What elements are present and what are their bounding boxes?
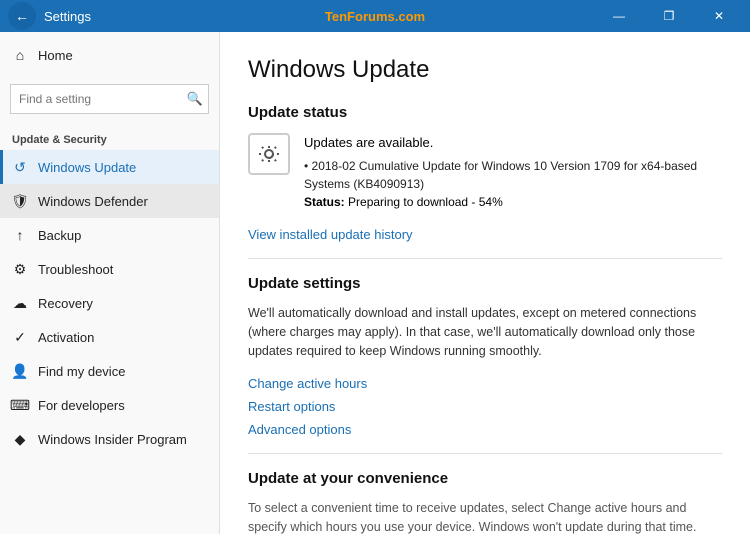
change-hours-link[interactable]: Change active hours xyxy=(248,376,722,391)
convenience-desc: To select a convenient time to receive u… xyxy=(248,499,722,534)
sidebar-label-find-my-device: Find my device xyxy=(38,364,125,379)
update-status-heading: Update status xyxy=(248,104,722,121)
restart-options-link[interactable]: Restart options xyxy=(248,399,722,414)
developers-icon: ⌨ xyxy=(12,397,28,413)
find-device-icon: 👤 xyxy=(12,363,28,379)
sidebar-label-home: Home xyxy=(38,48,73,63)
sidebar-label-for-developers: For developers xyxy=(38,398,125,413)
titlebar: ← Settings TenForums.com — ❐ ✕ xyxy=(0,0,750,32)
sidebar-search-container: 🔍 xyxy=(10,84,209,114)
home-icon: ⌂ xyxy=(12,47,28,63)
sidebar-label-windows-update: Windows Update xyxy=(38,160,136,175)
sidebar-section-label: Update & Security xyxy=(0,126,219,150)
watermark: TenForums.com xyxy=(325,9,425,24)
update-bullet-text: • 2018-02 Cumulative Update for Windows … xyxy=(304,157,722,193)
page-title: Windows Update xyxy=(248,56,722,84)
content-area: Windows Update Update status Updates are… xyxy=(220,32,750,534)
activation-icon: ✓ xyxy=(12,329,28,345)
status-value: Preparing to download - 54% xyxy=(348,195,503,209)
update-settings-heading: Update settings xyxy=(248,275,722,292)
update-settings-desc: We'll automatically download and install… xyxy=(248,304,722,362)
sidebar-label-troubleshoot: Troubleshoot xyxy=(38,262,113,277)
sidebar-item-troubleshoot[interactable]: ⚙ Troubleshoot xyxy=(0,252,219,286)
sidebar-item-backup[interactable]: ↑ Backup xyxy=(0,218,219,252)
sidebar-label-recovery: Recovery xyxy=(38,296,93,311)
windows-update-icon: ↺ xyxy=(12,159,28,175)
advanced-options-link[interactable]: Advanced options xyxy=(248,422,722,437)
sidebar: ⌂ Home 🔍 Update & Security ↺ Windows Upd… xyxy=(0,32,220,534)
sidebar-label-windows-insider: Windows Insider Program xyxy=(38,432,187,447)
sidebar-item-recovery[interactable]: ☁ Recovery xyxy=(0,286,219,320)
sidebar-item-home[interactable]: ⌂ Home xyxy=(0,38,219,72)
minimize-button[interactable]: — xyxy=(596,0,642,32)
insider-icon: ◆ xyxy=(12,431,28,447)
view-history-link[interactable]: View installed update history xyxy=(248,227,413,242)
update-spinner-icon xyxy=(248,133,290,175)
back-icon: ← xyxy=(15,8,29,24)
backup-icon: ↑ xyxy=(12,227,28,243)
windows-defender-icon: 🛡 xyxy=(12,193,28,209)
close-button[interactable]: ✕ xyxy=(696,0,742,32)
sidebar-item-windows-update[interactable]: ↺ Windows Update xyxy=(0,150,219,184)
app-title: Settings xyxy=(44,9,91,24)
update-status-text: Updates are available. • 2018-02 Cumulat… xyxy=(304,133,722,211)
sidebar-label-windows-defender: Windows Defender xyxy=(38,194,148,209)
update-status-box: Updates are available. • 2018-02 Cumulat… xyxy=(248,133,722,211)
convenience-section: Update at your convenience To select a c… xyxy=(248,470,722,534)
restore-button[interactable]: ❐ xyxy=(646,0,692,32)
sidebar-item-windows-insider[interactable]: ◆ Windows Insider Program xyxy=(0,422,219,456)
divider-1 xyxy=(248,258,722,259)
update-available-text: Updates are available. xyxy=(304,133,722,153)
sidebar-item-windows-defender[interactable]: 🛡 Windows Defender xyxy=(0,184,219,218)
convenience-heading: Update at your convenience xyxy=(248,470,722,487)
sidebar-item-for-developers[interactable]: ⌨ For developers xyxy=(0,388,219,422)
troubleshoot-icon: ⚙ xyxy=(12,261,28,277)
sidebar-item-find-my-device[interactable]: 👤 Find my device xyxy=(0,354,219,388)
status-label: Status: xyxy=(304,195,345,209)
sidebar-item-activation[interactable]: ✓ Activation xyxy=(0,320,219,354)
status-line: Status: Preparing to download - 54% xyxy=(304,193,722,211)
divider-2 xyxy=(248,453,722,454)
window-controls: — ❐ ✕ xyxy=(596,0,742,32)
search-input[interactable] xyxy=(10,84,209,114)
search-icon[interactable]: 🔍 xyxy=(187,91,203,107)
sidebar-label-activation: Activation xyxy=(38,330,94,345)
sidebar-label-backup: Backup xyxy=(38,228,81,243)
app-container: ⌂ Home 🔍 Update & Security ↺ Windows Upd… xyxy=(0,32,750,534)
recovery-icon: ☁ xyxy=(12,295,28,311)
back-button[interactable]: ← xyxy=(8,2,36,30)
